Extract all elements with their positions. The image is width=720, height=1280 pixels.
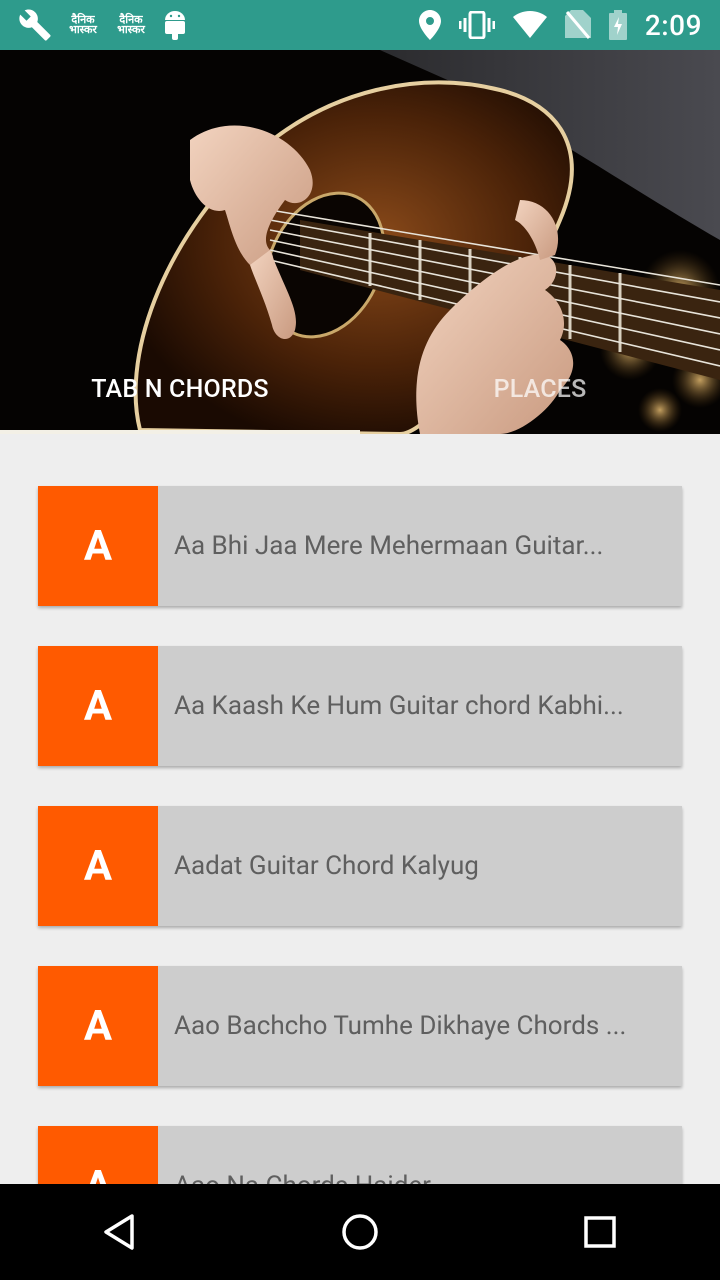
battery-charging-icon (608, 10, 627, 40)
tab-tab-n-chords[interactable]: TAB N CHORDS (0, 344, 360, 434)
list-item[interactable]: A Aao Na Chords Haider (38, 1126, 682, 1184)
letter-badge: A (38, 1126, 158, 1184)
header-banner: TAB N CHORDS PLACES (0, 50, 720, 434)
location-icon (418, 10, 441, 40)
android-icon (162, 10, 188, 40)
list-item[interactable]: A Aadat Guitar Chord Kalyug (38, 806, 682, 926)
home-button[interactable] (310, 1184, 410, 1280)
news-app-icon: दैनिक भास्कर (69, 14, 97, 36)
recents-square-icon (584, 1216, 616, 1248)
wrench-icon (18, 8, 52, 42)
home-circle-icon (342, 1214, 378, 1250)
vibrate-icon (458, 11, 495, 39)
navigation-bar (0, 1184, 720, 1280)
letter-badge: A (38, 646, 158, 766)
song-title: Aao Bachcho Tumhe Dikhaye Chords ... (174, 1011, 627, 1041)
status-bar: दैनिक भास्कर दैनिक भास्कर 2:09 (0, 0, 720, 50)
song-title: Aadat Guitar Chord Kalyug (174, 851, 479, 881)
tab-bar: TAB N CHORDS PLACES (0, 344, 720, 434)
clock-time: 2:09 (644, 8, 702, 42)
back-button[interactable] (70, 1184, 170, 1280)
letter-badge: A (38, 486, 158, 606)
list-item[interactable]: A Aa Bhi Jaa Mere Mehermaan Guitar... (38, 486, 682, 606)
list-item[interactable]: A Aa Kaash Ke Hum Guitar chord Kabhi... (38, 646, 682, 766)
news-app-icon-2: दैनिक भास्कर (117, 14, 145, 36)
list-item[interactable]: A Aao Bachcho Tumhe Dikhaye Chords ... (38, 966, 682, 1086)
back-triangle-icon (104, 1214, 134, 1250)
song-list[interactable]: A Aa Bhi Jaa Mere Mehermaan Guitar... A … (0, 434, 720, 1184)
song-title: Aa Kaash Ke Hum Guitar chord Kabhi... (174, 691, 624, 721)
tab-places[interactable]: PLACES (360, 344, 720, 434)
no-sim-icon (564, 10, 591, 40)
wifi-icon (512, 11, 547, 39)
recents-button[interactable] (550, 1184, 650, 1280)
song-title: Aao Na Chords Haider (174, 1171, 664, 1184)
letter-badge: A (38, 806, 158, 926)
song-title: Aa Bhi Jaa Mere Mehermaan Guitar... (174, 531, 604, 561)
letter-badge: A (38, 966, 158, 1086)
